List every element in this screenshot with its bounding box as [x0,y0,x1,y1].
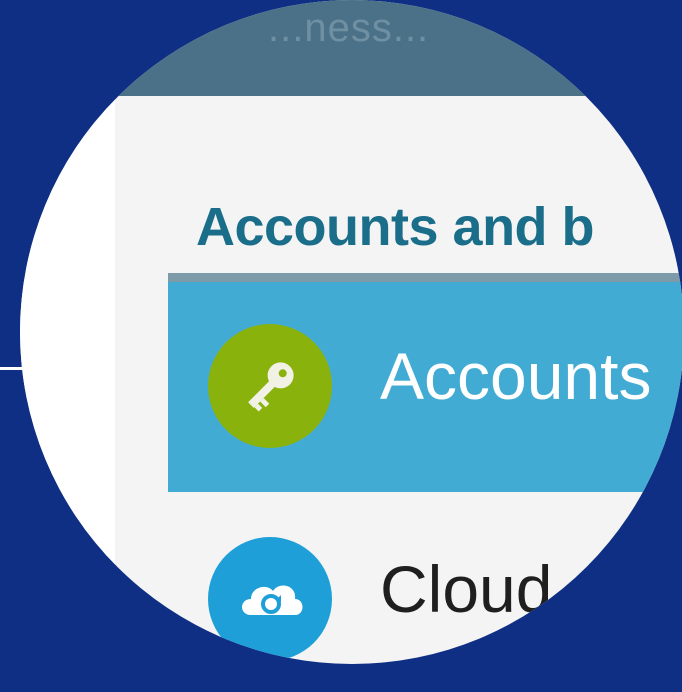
heading-divider [168,273,682,282]
menu-item-cloud[interactable]: Cloud [168,505,682,664]
menu-item-accounts[interactable]: Accounts [168,282,682,492]
zoom-magnifier: ...ness... Accounts and b Accounts Cloud [20,0,682,664]
key-icon [208,324,332,448]
section-heading: Accounts and b [196,197,595,257]
menu-item-label: Cloud [380,552,553,626]
left-panel-strip [20,96,115,664]
title-bar: ...ness... [20,0,682,96]
menu-item-label: Accounts [380,339,652,413]
cloud-sync-icon [208,537,332,661]
title-bar-text: ...ness... [268,6,430,50]
